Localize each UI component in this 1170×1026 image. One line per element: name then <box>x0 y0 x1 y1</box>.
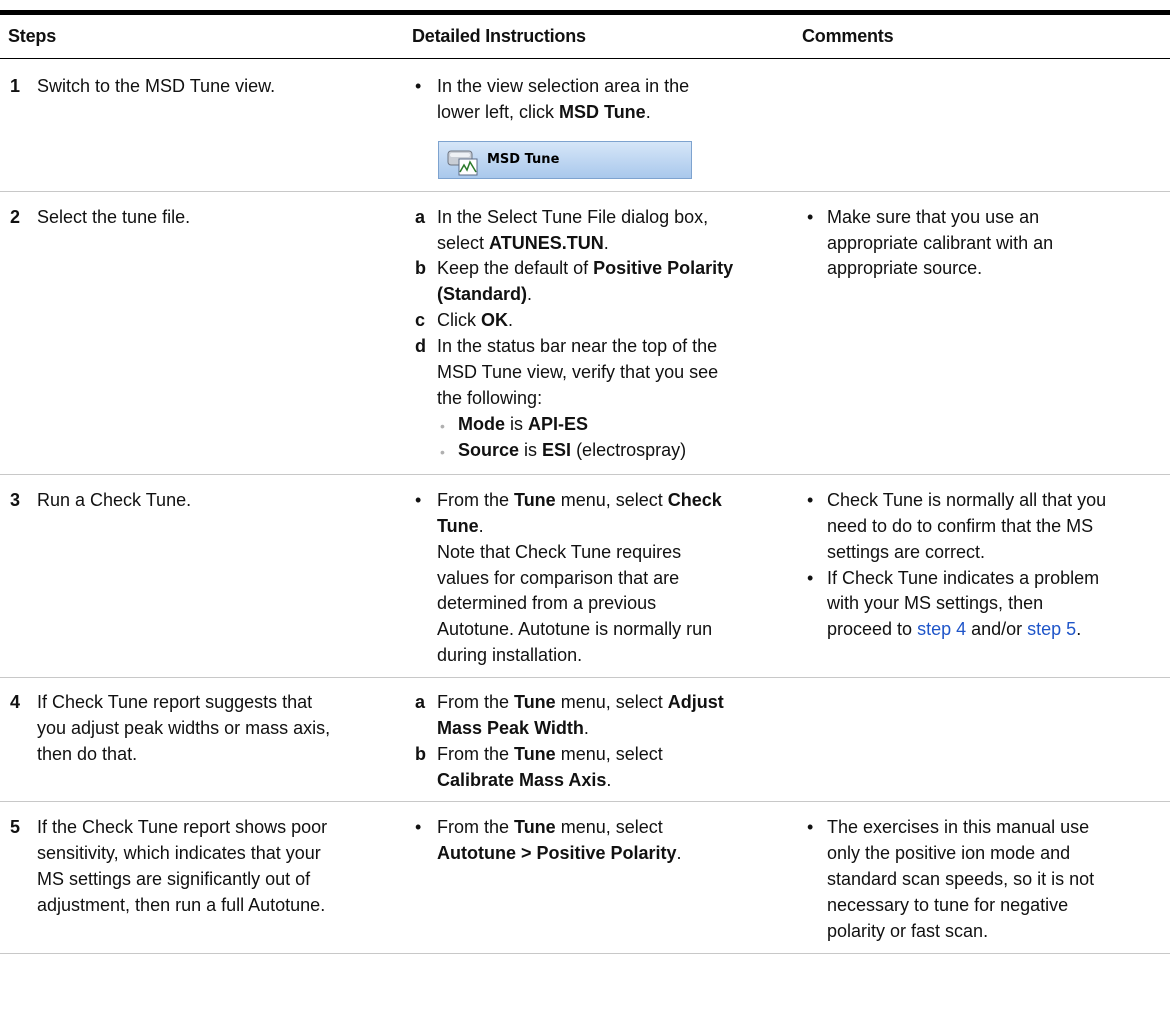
step-text: you adjust peak widths or mass axis, <box>37 718 331 738</box>
step-text: MS settings are significantly out of <box>37 869 311 889</box>
instruction-line: determined from a previous <box>437 593 657 613</box>
msd-tune-icon <box>447 150 478 176</box>
instruction-line: Calibrate Mass Axis. <box>437 770 612 790</box>
instruction-line: From the Tune menu, select <box>437 817 663 837</box>
instruction-line: select ATUNES.TUN. <box>437 233 609 253</box>
comment-line: appropriate source. <box>827 258 983 278</box>
step-text: Select the tune file. <box>37 207 191 227</box>
header-comments: Comments <box>802 26 894 46</box>
bullet: • <box>807 490 814 510</box>
instruction-line: Autotune. Autotune is normally run <box>437 619 713 639</box>
step-text: adjustment, then run a full Autotune. <box>37 895 326 915</box>
instruction-line: Mass Peak Width. <box>437 718 589 738</box>
instruction-line: lower left, click MSD Tune. <box>437 102 651 122</box>
instruction-line: In the Select Tune File dialog box, <box>437 207 709 227</box>
comment-line: Make sure that you use an <box>827 207 1040 227</box>
comment-line: If Check Tune indicates a problem <box>827 568 1100 588</box>
sub-bullet: • <box>440 418 445 434</box>
row-divider <box>0 953 1170 954</box>
comment-line: need to do to confirm that the MS <box>827 516 1094 536</box>
step-number: 1 <box>10 76 21 96</box>
header-steps: Steps <box>8 26 57 46</box>
header-rule <box>0 58 1170 59</box>
instruction-line: From the Tune menu, select <box>437 744 663 764</box>
step-letter: a <box>415 692 426 712</box>
row-divider <box>0 474 1170 475</box>
instruction-line: values for comparison that are <box>437 568 680 588</box>
instruction-line: MSD Tune view, verify that you see <box>437 362 719 382</box>
bullet: • <box>415 76 422 96</box>
top-rule <box>0 10 1170 15</box>
instruction-line: (Standard). <box>437 284 533 304</box>
sub-item: Mode is API-ES <box>458 414 589 434</box>
comment-line: proceed to step 4 and/or step 5. <box>827 619 1082 639</box>
instruction-line: Click OK. <box>437 310 514 330</box>
row-divider <box>0 191 1170 192</box>
instruction-line: the following: <box>437 388 543 408</box>
comment-line: Check Tune is normally all that you <box>827 490 1107 510</box>
msd-tune-button[interactable]: MSD Tune <box>438 141 692 179</box>
comment-line: settings are correct. <box>827 542 986 562</box>
step-letter: b <box>415 258 426 278</box>
step-letter: c <box>415 310 426 330</box>
step-number: 4 <box>10 692 21 712</box>
step-text: Run a Check Tune. <box>37 490 192 510</box>
bullet: • <box>415 490 422 510</box>
instruction-line: In the status bar near the top of the <box>437 336 718 356</box>
msd-tune-button-label: MSD Tune <box>487 152 560 167</box>
instruction-line: From the Tune menu, select Adjust <box>437 692 724 712</box>
comment-line: appropriate calibrant with an <box>827 233 1054 253</box>
step-letter: d <box>415 336 426 356</box>
comment-line: with your MS settings, then <box>827 593 1044 613</box>
step-text: If Check Tune report suggests that <box>37 692 313 712</box>
step-text: If the Check Tune report shows poor <box>37 817 328 837</box>
comment-line: necessary to tune for negative <box>827 895 1069 915</box>
comment-line: polarity or fast scan. <box>827 921 989 941</box>
bullet: • <box>807 207 814 227</box>
step-text: Switch to the MSD Tune view. <box>37 76 276 96</box>
bullet: • <box>415 817 422 837</box>
instruction-line: In the view selection area in the <box>437 76 690 96</box>
comment-line: only the positive ion mode and <box>827 843 1071 863</box>
sub-item: Source is ESI (electrospray) <box>458 440 687 460</box>
step-5-link[interactable]: step 5 <box>1027 619 1076 639</box>
instruction-line: during installation. <box>437 645 583 665</box>
instruction-line: Keep the default of Positive Polarity <box>437 258 734 278</box>
row-divider <box>0 801 1170 802</box>
step-letter: a <box>415 207 426 227</box>
bullet: • <box>807 568 814 588</box>
step-number: 3 <box>10 490 21 510</box>
step-letter: b <box>415 744 426 764</box>
row-divider <box>0 677 1170 678</box>
tune-procedure-table: Steps Detailed Instructions Comments 1 S… <box>0 0 1170 1026</box>
step-text: sensitivity, which indicates that your <box>37 843 321 863</box>
instruction-line: Autotune > Positive Polarity. <box>437 843 682 863</box>
comment-line: The exercises in this manual use <box>827 817 1090 837</box>
sub-bullet: • <box>440 444 445 460</box>
step-number: 5 <box>10 817 21 837</box>
step-number: 2 <box>10 207 21 227</box>
instruction-line: Note that Check Tune requires <box>437 542 682 562</box>
comment-line: standard scan speeds, so it is not <box>827 869 1095 889</box>
header-detailed-instructions: Detailed Instructions <box>412 26 586 46</box>
step-4-link[interactable]: step 4 <box>917 619 966 639</box>
instruction-line: From the Tune menu, select Check <box>437 490 722 510</box>
bullet: • <box>807 817 814 837</box>
instruction-line: Tune. <box>437 516 484 536</box>
step-text: then do that. <box>37 744 138 764</box>
